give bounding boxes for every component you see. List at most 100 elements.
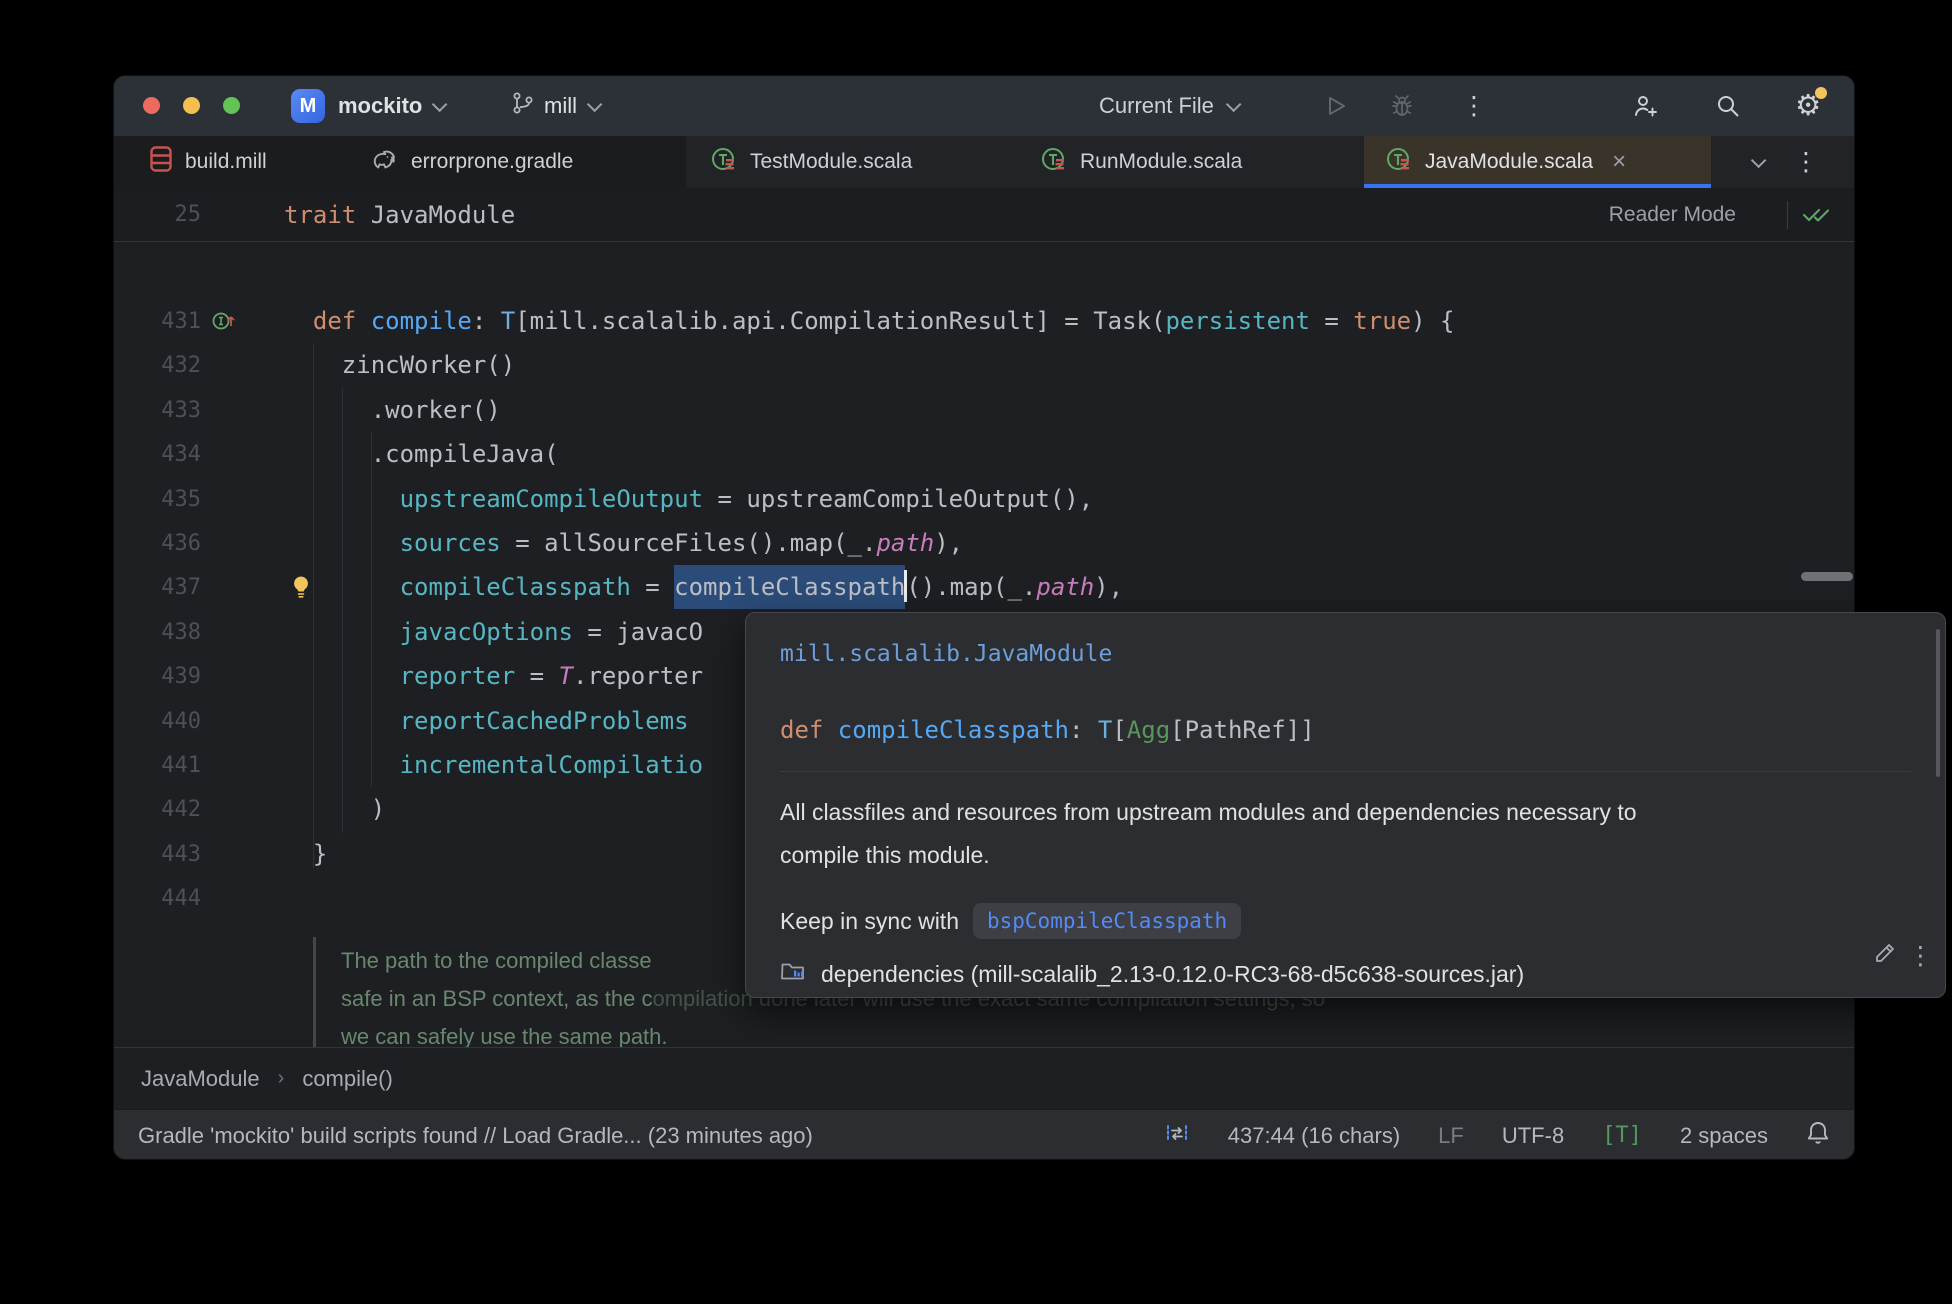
status-message[interactable]: Gradle 'mockito' build scripts found // … — [138, 1123, 1126, 1149]
code-with-me-button[interactable] — [1626, 76, 1666, 136]
code-line-432[interactable]: 432 zincWorker() — [114, 343, 1854, 388]
tab-testmodule-scala[interactable]: TestModule.scala — [689, 136, 934, 188]
editor-scrollbar-thumb[interactable] — [1801, 572, 1853, 581]
line-number[interactable]: 435 — [114, 477, 201, 522]
code-text: .compileJava( — [284, 440, 559, 469]
title-bar: M mockito mill Current File ⋮ ⚙ — [114, 76, 1854, 136]
gear-icon: ⚙ — [1795, 86, 1827, 121]
more-actions-button[interactable]: ⋮ — [1454, 76, 1494, 136]
breadcrumb-item-method[interactable]: compile() — [302, 1066, 392, 1092]
project-name: mockito — [338, 93, 423, 118]
tab-build-mill[interactable]: build.mill — [128, 136, 289, 188]
tab-label: build.mill — [185, 150, 267, 173]
indent-widget[interactable]: 2 spaces — [1680, 1123, 1768, 1149]
vcs-branch-widget[interactable]: mill — [512, 76, 603, 136]
line-number[interactable]: 442 — [114, 787, 201, 832]
breadcrumb-item-class[interactable]: JavaModule — [141, 1066, 260, 1092]
tab-options-button[interactable]: ⋮ — [1784, 136, 1828, 188]
popup-source-label[interactable]: dependencies (mill-scalalib_2.13-0.12.0-… — [821, 961, 1524, 988]
line-number[interactable]: 441 — [114, 743, 201, 788]
settings-button[interactable]: ⚙ — [1788, 76, 1828, 136]
scala-file-icon — [1041, 146, 1067, 178]
debug-icon — [1392, 95, 1412, 116]
code-text: sources = allSourceFiles().map(_.path), — [399, 529, 964, 557]
code-line-435[interactable]: 435 upstreamCompileOutput = upstreamComp… — [114, 477, 1854, 522]
keep-in-sync-code-link[interactable]: bspCompileClasspath — [972, 903, 1242, 939]
mill-file-icon — [150, 146, 172, 178]
popup-description-line2: compile this module. — [780, 842, 990, 868]
scala-file-icon — [711, 146, 737, 178]
library-folder-icon — [780, 960, 806, 988]
code-text: upstreamCompileOutput = upstreamCompileO… — [399, 484, 1094, 513]
close-icon[interactable]: × — [1612, 150, 1626, 174]
gradle-sync-icon[interactable] — [1164, 1121, 1190, 1151]
project-selector[interactable]: mockito — [338, 76, 448, 136]
line-number[interactable]: 439 — [114, 654, 201, 699]
line-number[interactable]: 444 — [114, 876, 201, 921]
close-window-button[interactable] — [143, 97, 160, 114]
line-number[interactable]: 443 — [114, 832, 201, 877]
line-number[interactable]: 440 — [114, 699, 201, 744]
popup-more-options-button[interactable]: ⋮ — [1908, 941, 1933, 971]
chevron-down-icon — [586, 96, 603, 112]
override-gutter-icon[interactable] — [211, 309, 239, 338]
code-line-434[interactable]: 434 .compileJava( — [114, 432, 1854, 477]
gradle-file-icon — [370, 148, 398, 176]
popup-description-line1: All classfiles and resources from upstre… — [780, 799, 1637, 825]
bell-icon[interactable] — [1806, 1120, 1830, 1152]
popup-scrollbar-thumb[interactable] — [1936, 629, 1940, 777]
chevron-down-icon — [1750, 152, 1766, 168]
divider — [1787, 201, 1788, 229]
inspections-check-icon[interactable] — [1800, 203, 1832, 232]
code-text: compileClasspath = compileClasspath().ma… — [284, 565, 1123, 610]
tab-runmodule-scala[interactable]: RunModule.scala — [1019, 136, 1264, 188]
code-line-433[interactable]: 433 .worker() — [114, 388, 1854, 433]
tab-label: RunModule.scala — [1080, 150, 1243, 173]
line-number[interactable]: 437 — [114, 565, 201, 610]
run-button[interactable] — [1316, 76, 1356, 136]
line-ending-widget[interactable]: LF — [1438, 1123, 1464, 1149]
tab-javamodule-scala[interactable]: JavaModule.scala × — [1364, 136, 1711, 188]
code-line-436[interactable]: 436 sources = allSourceFiles().map(_.pat… — [114, 521, 1854, 566]
popup-keep-in-sync: Keep in sync with bspCompileClasspath — [780, 903, 1242, 939]
sticky-line-number: 25 — [174, 202, 202, 227]
chevron-down-icon — [1225, 96, 1242, 112]
code-text: ) — [284, 795, 386, 824]
line-number[interactable]: 436 — [114, 521, 201, 566]
popup-qualified-name[interactable]: mill.scalalib.JavaModule — [780, 641, 1112, 667]
code-text: reporter = T.reporter — [399, 662, 704, 691]
line-number[interactable]: 438 — [114, 610, 201, 655]
scala-file-icon — [1386, 146, 1412, 178]
sticky-line-header[interactable]: 25 trait JavaModule Reader Mode — [114, 188, 1854, 242]
breadcrumb-separator: › — [277, 1067, 285, 1089]
run-configuration-selector[interactable]: Current File — [1099, 76, 1242, 136]
search-icon — [1718, 96, 1739, 117]
popup-source-row: dependencies (mill-scalalib_2.13-0.12.0-… — [780, 960, 1524, 988]
editor-tab-bar: build.mill errorprone.gradle TestModule.… — [114, 136, 1854, 188]
branch-name: mill — [544, 93, 577, 118]
search-everywhere-button[interactable] — [1708, 76, 1748, 136]
add-user-icon — [1635, 96, 1657, 117]
chevron-down-icon — [432, 96, 448, 112]
run-icon — [1329, 97, 1345, 115]
edit-pencil-icon[interactable] — [1873, 941, 1897, 970]
tab-errorprone-gradle[interactable]: errorprone.gradle — [348, 136, 595, 188]
reader-mode-label[interactable]: Reader Mode — [1609, 188, 1736, 242]
line-number[interactable]: 432 — [114, 343, 201, 388]
zoom-window-button[interactable] — [223, 97, 240, 114]
code-text: def compile: T[mill.scalalib.api.Compila… — [312, 307, 1455, 335]
line-number[interactable]: 431 — [114, 299, 201, 344]
encoding-widget[interactable]: UTF-8 — [1502, 1123, 1564, 1149]
doc-comment-line: The path to the compiled classe — [341, 948, 652, 973]
debug-button[interactable] — [1382, 76, 1422, 136]
code-line-437[interactable]: 437 compileClasspath = compileClasspath(… — [114, 565, 1854, 610]
line-number[interactable]: 434 — [114, 432, 201, 477]
line-number[interactable]: 433 — [114, 388, 201, 433]
caret-position-widget[interactable]: 437:44 (16 chars) — [1228, 1123, 1400, 1149]
tab-label: JavaModule.scala — [1425, 150, 1594, 173]
minimize-window-button[interactable] — [183, 97, 200, 114]
keep-in-sync-label: Keep in sync with — [780, 907, 959, 934]
code-line-431[interactable]: 431 def compile: T[mill.scalalib.api.Com… — [114, 299, 1854, 344]
file-type-badge[interactable]: [T] — [1602, 1123, 1642, 1148]
hidden-tabs-button[interactable] — [1734, 136, 1778, 188]
